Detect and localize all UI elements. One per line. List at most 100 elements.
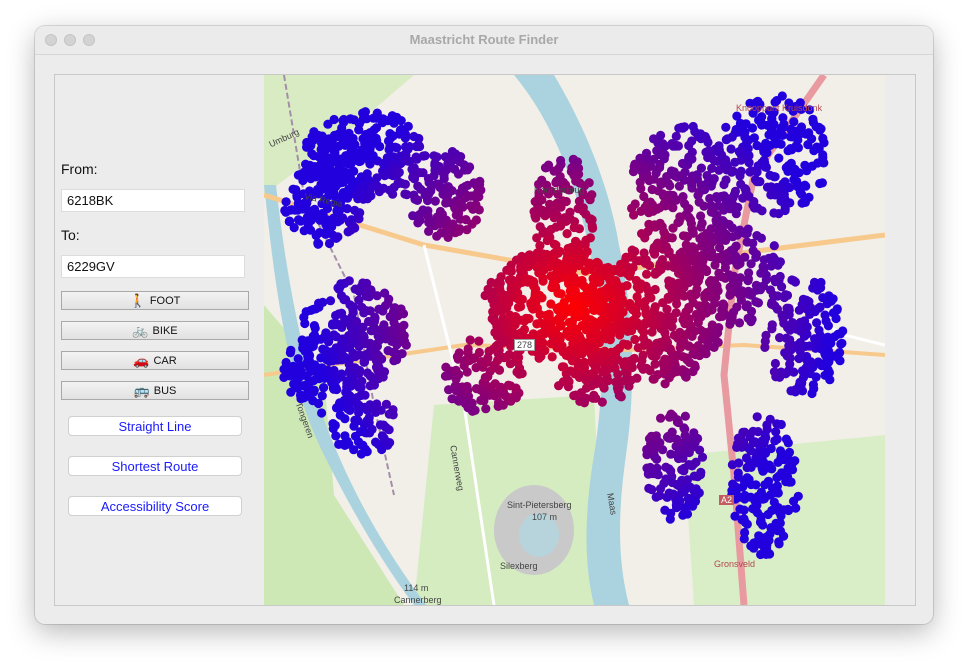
accessibility-dot	[372, 173, 382, 183]
accessibility-dot	[399, 320, 409, 330]
accessibility-dot	[806, 357, 816, 367]
accessibility-dot	[447, 147, 457, 157]
accessibility-dot	[506, 266, 516, 277]
accessibility-dot	[525, 255, 535, 265]
accessibility-dot	[330, 373, 340, 383]
accessibility-dot	[724, 194, 734, 204]
bus-mode-button[interactable]: 🚌 BUS	[61, 381, 249, 400]
foot-mode-button[interactable]: 🚶 FOOT	[61, 291, 249, 310]
bike-mode-button[interactable]: 🚲 BIKE	[61, 321, 249, 340]
accessibility-dot	[687, 180, 697, 190]
accessibility-dot	[758, 262, 768, 272]
accessibility-dot	[733, 433, 744, 443]
accessibility-dot	[703, 137, 713, 147]
accessibility-dot	[573, 204, 583, 214]
accessibility-dot	[761, 448, 771, 458]
accessibility-dot	[769, 208, 779, 218]
accessibility-dot	[499, 321, 509, 331]
accessibility-dot	[808, 114, 818, 124]
accessibility-dot	[457, 183, 468, 193]
accessibility-dot	[310, 204, 320, 214]
car-icon: 🚗	[133, 353, 150, 368]
accessibility-dot	[513, 302, 524, 312]
accessibility-dot	[572, 324, 582, 334]
accessibility-dot	[693, 433, 703, 444]
accessibility-dot	[350, 223, 360, 233]
accessibility-dot	[757, 120, 767, 130]
accessibility-dot	[687, 224, 697, 234]
to-field[interactable]: 6229GV	[61, 255, 245, 278]
accessibility-dot	[742, 519, 752, 529]
straight-line-button[interactable]: Straight Line	[68, 416, 242, 436]
map-label-gronsveld: Gronsveld	[714, 559, 756, 569]
accessibility-dot	[453, 208, 464, 218]
to-label: To:	[61, 227, 80, 243]
accessibility-dot	[323, 119, 333, 129]
accessibility-dot	[732, 442, 742, 452]
accessibility-dot	[797, 378, 807, 388]
accessibility-dot	[667, 427, 677, 437]
accessibility-dot	[781, 434, 792, 444]
accessibility-dot	[608, 312, 618, 322]
shortest-route-button[interactable]: Shortest Route	[68, 456, 242, 476]
accessibility-dot	[783, 146, 793, 156]
accessibility-dot	[730, 157, 740, 167]
accessibility-dot	[369, 379, 379, 389]
accessibility-dot	[689, 264, 699, 275]
accessibility-dot	[702, 266, 712, 277]
map-label-route-278: 278	[514, 339, 536, 351]
accessibility-dot	[595, 277, 605, 287]
accessibility-dot	[767, 189, 778, 199]
accessibility-dot	[691, 487, 701, 497]
accessibility-dot	[753, 203, 763, 213]
accessibility-dot	[292, 192, 302, 202]
accessibility-dot	[432, 231, 442, 241]
accessibility-dot	[552, 210, 562, 220]
accessibility-dot	[298, 340, 308, 350]
accessibility-dot	[705, 242, 715, 252]
accessibility-dot	[330, 320, 341, 330]
accessibility-dot	[595, 320, 605, 330]
accessibility-dot	[762, 420, 772, 430]
main-panel: From: 6218BK To: 6229GV 🚶 FOOT 🚲 BIKE 🚗 …	[54, 74, 916, 606]
accessibility-dot	[658, 139, 668, 149]
accessibility-dot	[782, 472, 793, 482]
accessibility-dot	[580, 266, 590, 276]
accessibility-score-button[interactable]: Accessibility Score	[68, 496, 242, 516]
accessibility-dot	[685, 326, 695, 336]
accessibility-dot	[650, 220, 660, 230]
accessibility-dot	[370, 326, 380, 336]
accessibility-dot	[362, 368, 373, 378]
accessibility-dot	[680, 122, 690, 132]
accessibility-dot	[281, 197, 291, 207]
accessibility-dot	[656, 179, 666, 189]
accessibility-dot	[774, 153, 784, 163]
accessibility-dot	[735, 147, 745, 157]
accessibility-dot	[671, 500, 681, 510]
accessibility-dot	[673, 280, 683, 291]
accessibility-dot	[490, 379, 500, 389]
accessibility-dot	[591, 288, 601, 298]
accessibility-dot	[620, 357, 630, 367]
accessibility-dot	[494, 354, 504, 364]
accessibility-dot	[481, 404, 491, 414]
accessibility-dot	[462, 367, 472, 377]
accessibility-dot	[318, 297, 328, 307]
accessibility-dot	[334, 173, 344, 183]
accessibility-dot	[713, 337, 723, 347]
accessibility-dot	[653, 267, 663, 277]
accessibility-dot	[347, 181, 357, 191]
accessibility-dot	[801, 295, 812, 305]
from-field[interactable]: 6218BK	[61, 189, 245, 212]
accessibility-dot	[769, 241, 779, 251]
accessibility-dot	[447, 394, 457, 404]
accessibility-dot	[338, 352, 348, 362]
accessibility-dot	[476, 357, 486, 367]
accessibility-dot	[732, 302, 742, 312]
map-view[interactable]: Noorderbrug Via Regia Sint-Pietersberg 1…	[264, 75, 885, 605]
accessibility-dot	[647, 485, 657, 495]
accessibility-dot	[387, 336, 397, 346]
accessibility-dot	[437, 209, 447, 219]
car-mode-button[interactable]: 🚗 CAR	[61, 351, 249, 370]
accessibility-dot	[666, 508, 676, 518]
